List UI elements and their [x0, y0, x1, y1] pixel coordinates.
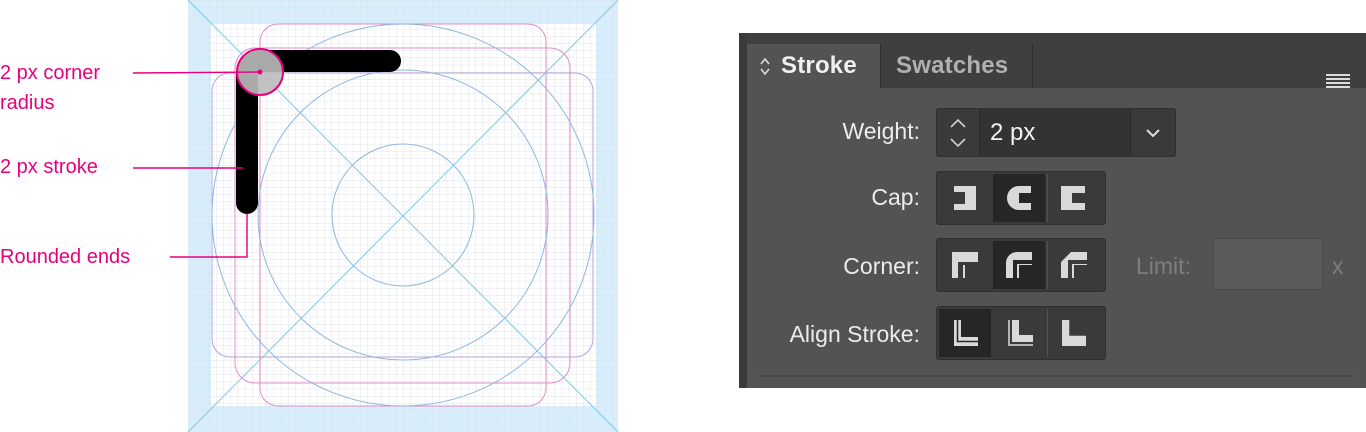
limit-input[interactable]: [1213, 238, 1323, 290]
miter-join-icon: [952, 252, 978, 278]
cap-label: Cap:: [871, 184, 920, 210]
corner-radius-leader: [132, 71, 259, 74]
corner-label: Corner:: [843, 253, 920, 279]
weight-stepper[interactable]: [937, 109, 980, 156]
weight-input[interactable]: [980, 109, 1130, 156]
panel-menu-icon[interactable]: [1326, 72, 1350, 90]
round-join-icon: [1006, 252, 1032, 278]
align-stroke-label: Align Stroke:: [789, 321, 920, 347]
tab-swatches-label: Swatches: [896, 52, 1009, 79]
projecting-cap-button[interactable]: [1047, 174, 1099, 222]
rounded-ends-annotation: Rounded ends: [0, 246, 131, 268]
weight-field: [936, 108, 1176, 157]
chevron-down-icon: [1146, 129, 1160, 138]
limit-unit: x: [1332, 253, 1344, 279]
limit-label: Limit:: [1136, 253, 1191, 279]
round-join-button[interactable]: [993, 241, 1045, 289]
align-outside-button[interactable]: [1047, 309, 1099, 357]
collapse-toggle-icon[interactable]: [757, 44, 773, 88]
icon-keyline-grid: [132, 0, 619, 432]
miter-join-button[interactable]: [939, 241, 991, 289]
align-center-button[interactable]: [939, 309, 991, 357]
bevel-join-button[interactable]: [1047, 241, 1099, 289]
butt-cap-icon: [948, 186, 976, 210]
panel-divider: [759, 375, 1354, 377]
corner-radius-annotation: 2 px corner radius: [0, 62, 101, 114]
panel-title-bar: [747, 33, 1366, 44]
round-cap-button[interactable]: [993, 174, 1045, 222]
align-inside-button[interactable]: [993, 309, 1045, 357]
stroke-panel: Stroke Swatches Weight: Cap:: [739, 33, 1366, 388]
butt-cap-button[interactable]: [939, 174, 991, 222]
tab-strip: [1033, 44, 1366, 88]
bevel-join-icon: [1061, 252, 1087, 278]
stepper-arrows-icon: [950, 118, 966, 148]
tab-swatches[interactable]: Swatches: [880, 44, 1033, 88]
align-inside-icon: [1008, 320, 1033, 346]
cap-button-group: [936, 171, 1106, 225]
align-center-icon: [954, 320, 978, 346]
weight-dropdown-button[interactable]: [1130, 109, 1175, 156]
projecting-cap-icon: [1061, 186, 1086, 210]
weight-label: Weight:: [842, 118, 920, 144]
tab-stroke[interactable]: Stroke: [747, 44, 880, 88]
corner-button-group: [936, 238, 1106, 292]
align-stroke-button-group: [936, 306, 1106, 360]
align-outside-icon: [1062, 320, 1086, 346]
stroke-annotation: 2 px stroke: [0, 156, 98, 178]
tab-stroke-label: Stroke: [781, 52, 857, 79]
round-cap-icon: [1007, 186, 1032, 210]
